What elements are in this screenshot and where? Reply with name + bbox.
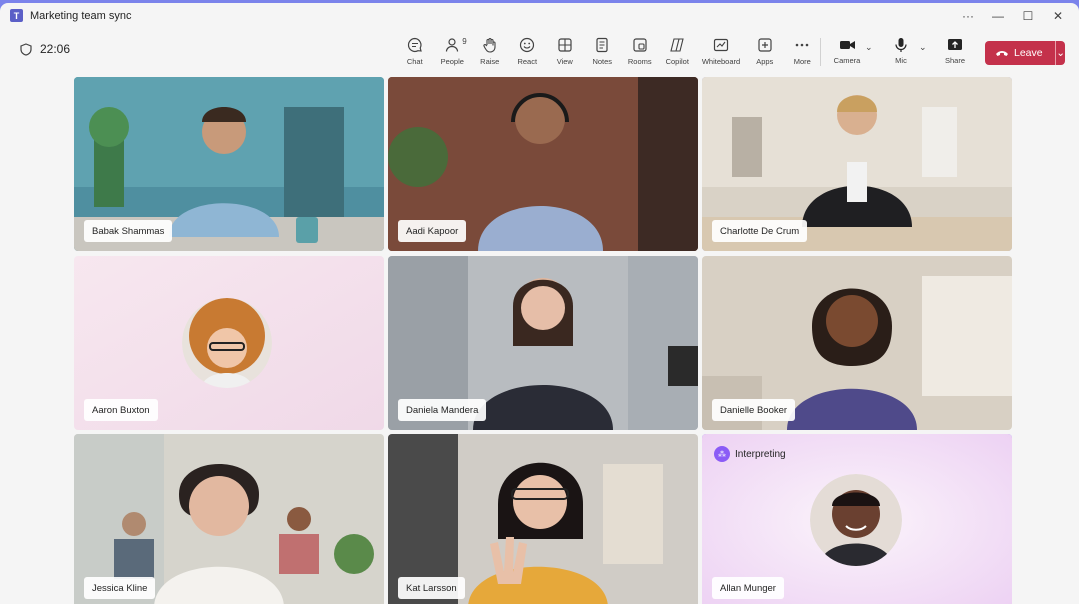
video-tile[interactable]: Babak Shammas [74, 77, 384, 251]
notes-button[interactable]: Notes [584, 34, 622, 66]
timer-text: 22:06 [40, 42, 71, 56]
shield-icon [20, 42, 32, 56]
toolbar-tools: Chat 9 People Raise React View Notes Roo… [396, 34, 821, 66]
chat-button[interactable]: Chat [396, 34, 434, 66]
more-icon [795, 43, 809, 47]
mic-label: Mic [895, 56, 907, 65]
maximize-icon[interactable]: ☐ [1013, 6, 1043, 26]
video-tile[interactable]: Daniela Mandera [388, 256, 698, 430]
participant-name: Charlotte De Crum [712, 220, 808, 242]
camera-label: Camera [833, 56, 861, 65]
share-icon [948, 39, 962, 50]
video-tile[interactable]: Aadi Kapoor [388, 77, 698, 251]
video-tile[interactable]: Danielle Booker [702, 256, 1012, 430]
mic-options-chevron-icon[interactable]: ⌄ [919, 42, 927, 53]
video-tile[interactable]: Jessica Kline [74, 434, 384, 604]
title-bar: T Marketing team sync ··· — ☐ ✕ [0, 3, 1079, 28]
raise-label: Raise [480, 57, 500, 66]
notes-icon [596, 37, 608, 53]
view-button[interactable]: View [546, 34, 584, 66]
leave-button[interactable]: Leave [985, 47, 1055, 59]
notes-label: Notes [592, 57, 613, 66]
grid-icon [558, 38, 572, 52]
react-label: React [517, 57, 538, 66]
rooms-icon [633, 38, 647, 52]
avatar [810, 474, 902, 566]
camera-options-chevron-icon[interactable]: ⌄ [865, 42, 873, 53]
share-label: Share [944, 56, 965, 65]
mic-button[interactable]: Mic [883, 34, 919, 65]
meeting-toolbar: 22:06 Chat 9 People Raise React View Not… [0, 28, 1079, 76]
whiteboard-label: Whiteboard [701, 57, 741, 66]
teams-logo-icon: T [10, 9, 23, 22]
participant-name: Daniela Mandera [398, 399, 487, 421]
window-controls: ··· — ☐ ✕ [953, 6, 1073, 26]
smile-icon [520, 37, 535, 53]
leave-options-chevron-icon[interactable]: ⌄ [1056, 47, 1065, 59]
close-icon[interactable]: ✕ [1043, 6, 1073, 26]
raise-hand-button[interactable]: Raise [471, 34, 509, 66]
camera-icon [839, 41, 855, 49]
meeting-timer: 22:06 [20, 42, 70, 56]
whiteboard-button[interactable]: Whiteboard [696, 34, 746, 66]
participant-name: Kat Larsson [398, 577, 465, 599]
view-label: View [556, 57, 573, 66]
chat-icon [407, 37, 422, 53]
people-button[interactable]: 9 People [434, 34, 472, 66]
video-tile[interactable]: Kat Larsson [388, 434, 698, 604]
whiteboard-icon [713, 38, 729, 52]
people-count-badge: 9 [462, 37, 467, 46]
copilot-button[interactable]: Copilot [659, 34, 697, 66]
participant-name: Allan Munger [712, 577, 784, 599]
hand-icon [483, 37, 496, 53]
copilot-icon [670, 38, 684, 52]
participant-name: Jessica Kline [84, 577, 156, 599]
rooms-button[interactable]: Rooms [621, 34, 659, 66]
apps-icon [758, 38, 772, 52]
copilot-label: Copilot [665, 57, 689, 66]
apps-label: Apps [756, 57, 774, 66]
participant-name: Danielle Booker [712, 399, 796, 421]
avatar [182, 298, 272, 388]
more-options-icon[interactable]: ··· [953, 6, 983, 26]
video-tile-active-speaker[interactable]: Charlotte De Crum [702, 77, 1012, 251]
leave-button-group: Leave ⌄ [985, 41, 1065, 65]
participant-name: Aadi Kapoor [398, 220, 467, 242]
interpreting-icon: ⁂ [714, 446, 730, 462]
teams-window: T Marketing team sync ··· — ☐ ✕ 22:06 Ch… [0, 3, 1079, 604]
leave-label: Leave [1014, 47, 1043, 59]
people-label: People [440, 57, 464, 66]
minimize-icon[interactable]: — [983, 6, 1013, 26]
rooms-label: Rooms [627, 57, 652, 66]
more-label: More [793, 57, 811, 66]
phone-hangup-icon [996, 51, 1008, 56]
toolbar-divider [820, 38, 821, 66]
interpreting-label: Interpreting [735, 448, 786, 460]
participant-name: Babak Shammas [84, 220, 173, 242]
interpreting-indicator: ⁂ Interpreting [714, 446, 786, 462]
video-tile-interpreting[interactable]: ⁂ Interpreting Allan Munger [702, 434, 1012, 604]
chat-label: Chat [406, 57, 423, 66]
participant-name: Aaron Buxton [84, 399, 158, 421]
share-button[interactable]: Share [937, 34, 973, 65]
people-icon [446, 38, 459, 52]
video-tile[interactable]: Aaron Buxton [74, 256, 384, 430]
apps-button[interactable]: Apps [746, 34, 784, 66]
react-button[interactable]: React [509, 34, 547, 66]
more-button[interactable]: More [784, 34, 822, 66]
camera-button[interactable]: Camera [829, 34, 865, 65]
mic-icon [895, 38, 907, 52]
window-title: Marketing team sync [30, 9, 132, 22]
